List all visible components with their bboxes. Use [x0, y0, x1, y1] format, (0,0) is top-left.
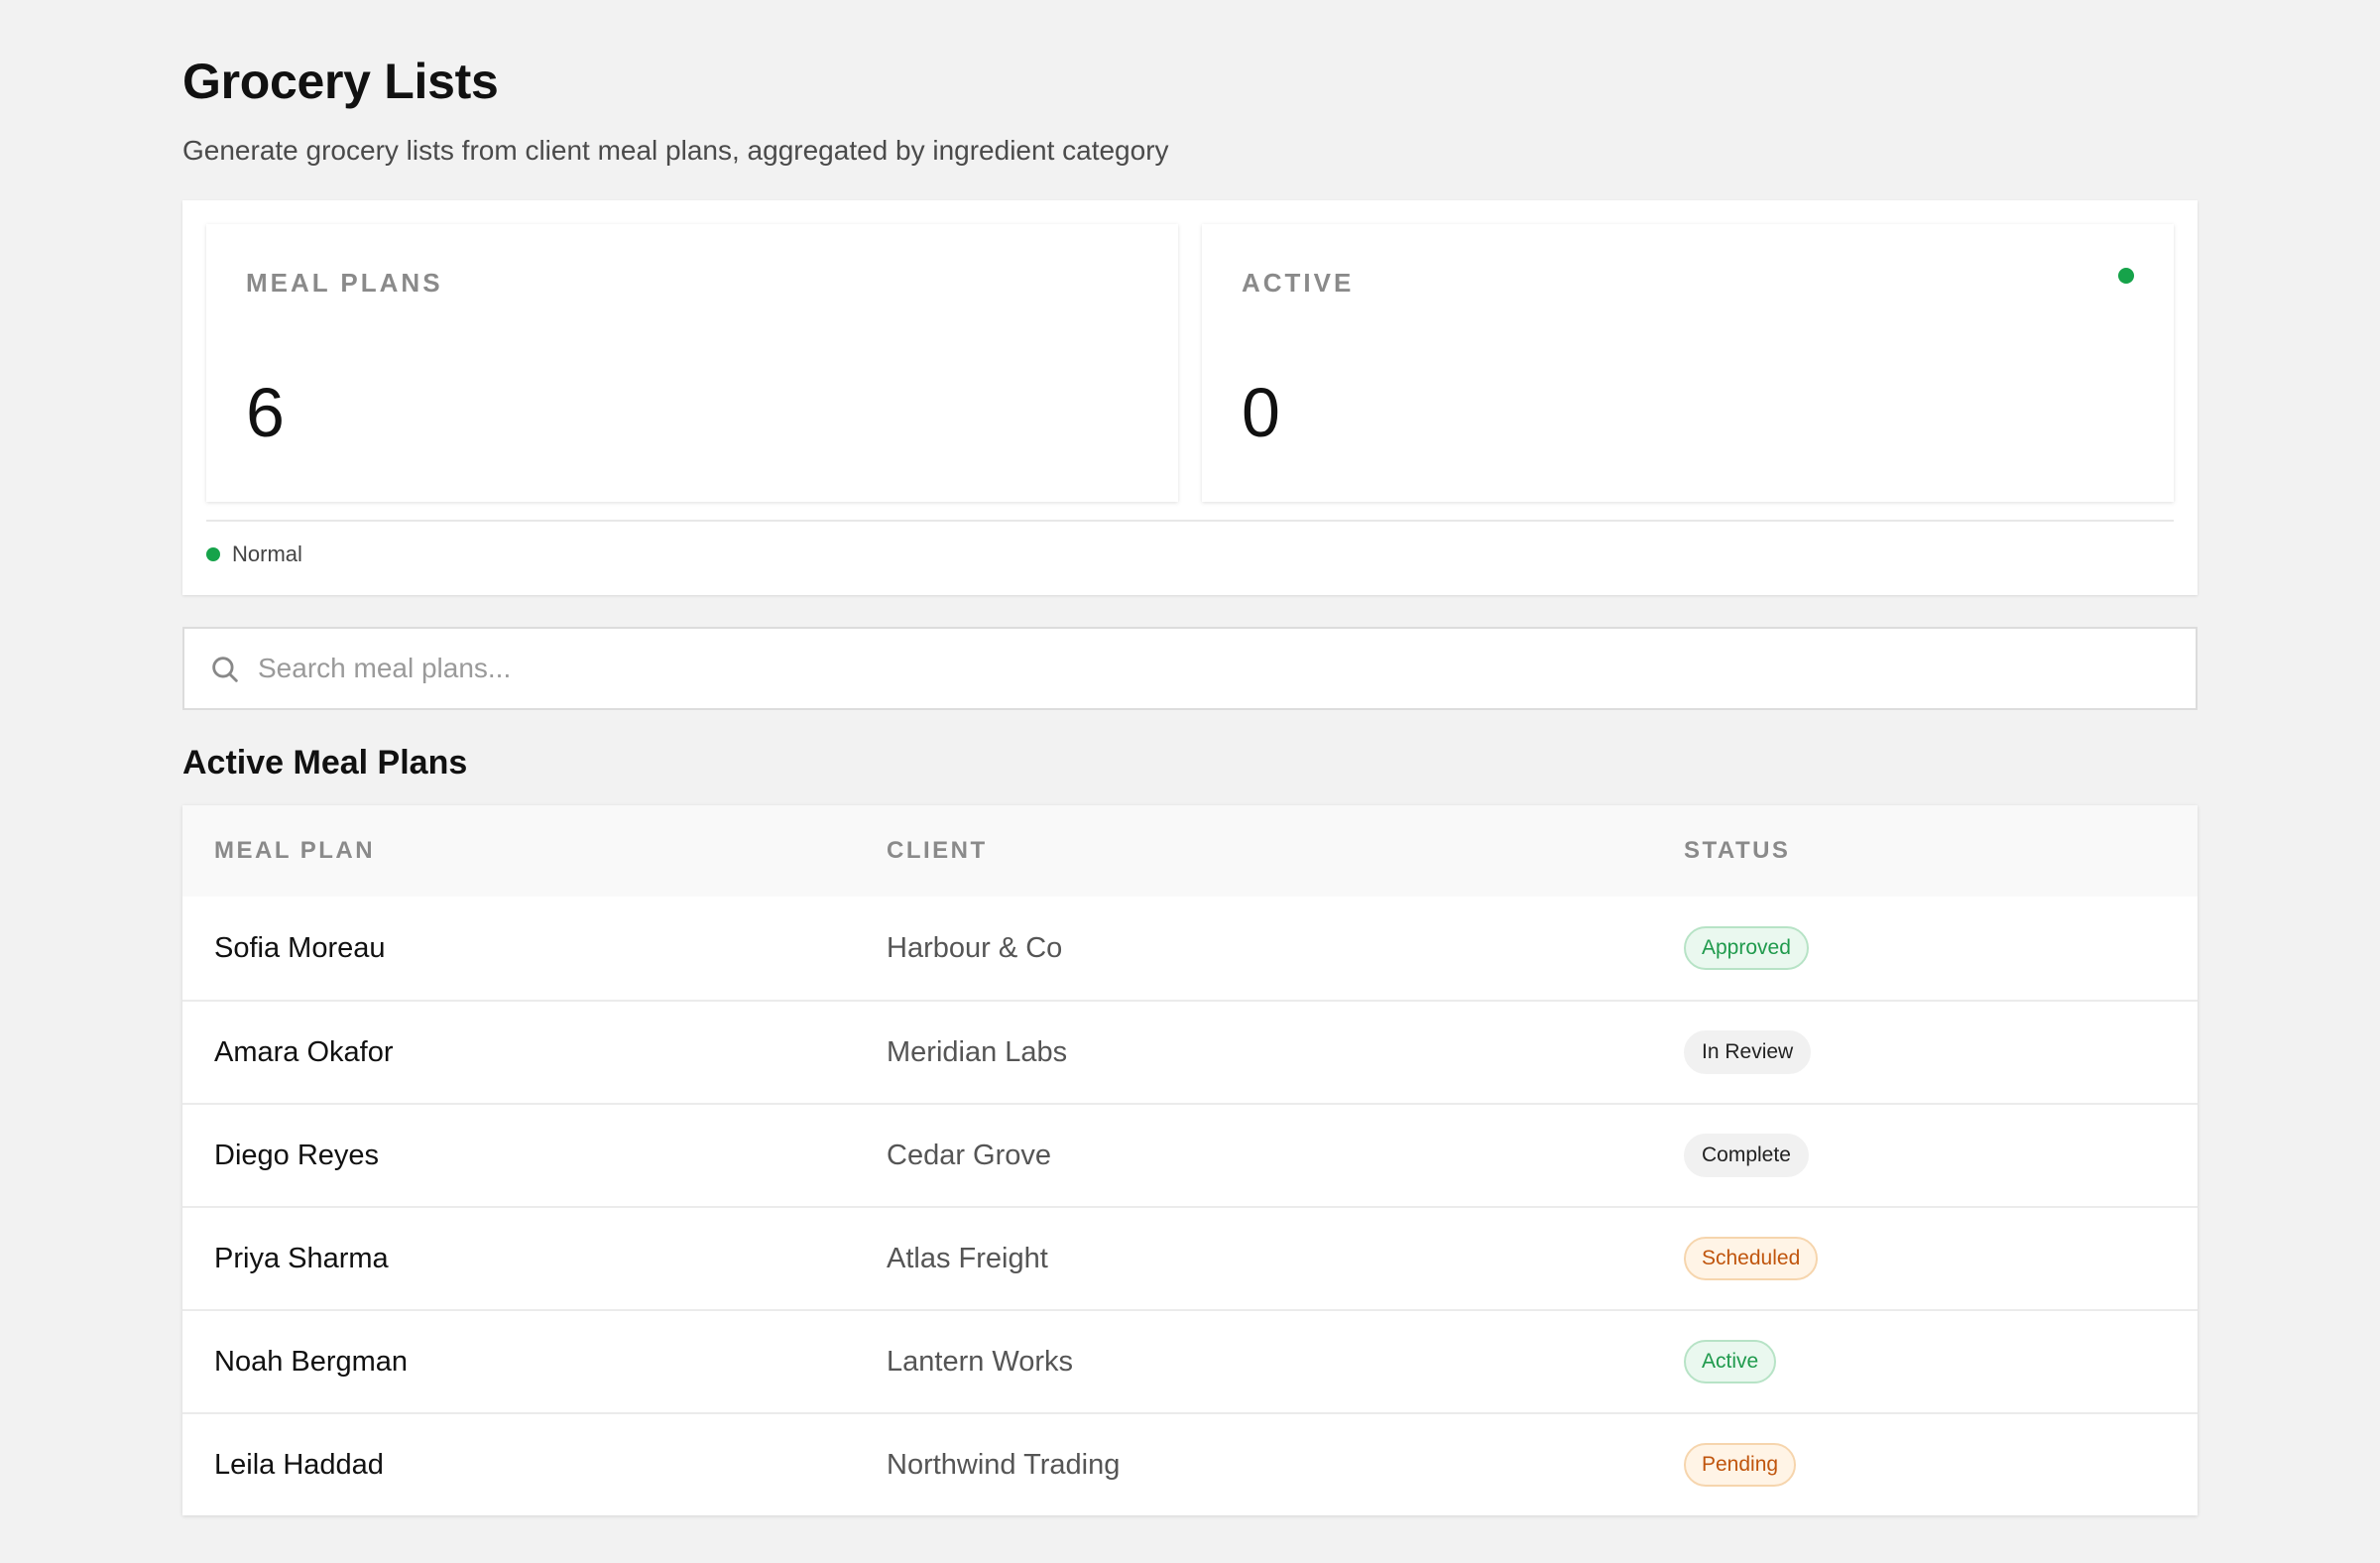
client-name: Atlas Freight — [887, 1242, 1048, 1274]
stat-card-meal-plans: MEAL PLANS 6 — [206, 224, 1178, 502]
client-name: Harbour & Co — [887, 931, 1063, 964]
table-row[interactable]: Diego Reyes Cedar Grove Complete — [182, 1103, 2198, 1206]
status-badge: Complete — [1684, 1134, 1809, 1177]
client-name: Northwind Trading — [887, 1448, 1121, 1481]
search-box[interactable] — [182, 627, 2198, 710]
status-badge: Active — [1684, 1340, 1777, 1383]
status-badge: Scheduled — [1684, 1237, 1819, 1280]
status-cell: Scheduled — [1684, 1237, 1819, 1280]
status-badge: In Review — [1684, 1030, 1812, 1074]
meal-plans-table: MEAL PLAN CLIENT STATUS Sofia Moreau Har… — [182, 805, 2198, 1515]
column-header-meal-plan[interactable]: MEAL PLAN — [214, 837, 375, 865]
meal-plan-name: Diego Reyes — [214, 1139, 380, 1171]
divider — [206, 520, 2174, 522]
table-header: MEAL PLAN CLIENT STATUS — [182, 805, 2198, 897]
status-badge: Pending — [1684, 1443, 1797, 1487]
stat-value: 6 — [246, 374, 285, 451]
search-input[interactable] — [258, 629, 2142, 708]
meal-plan-name: Leila Haddad — [214, 1448, 384, 1481]
stat-label: ACTIVE — [1242, 268, 1355, 298]
table-row[interactable]: Amara Okafor Meridian Labs In Review — [182, 1000, 2198, 1103]
status-cell: Complete — [1684, 1134, 1809, 1177]
status-cell: In Review — [1684, 1030, 1812, 1074]
grocery-lists-page: Grocery Lists Generate grocery lists fro… — [182, 52, 2198, 1515]
legend-dot — [206, 547, 220, 561]
page-subtitle: Generate grocery lists from client meal … — [182, 135, 1169, 166]
meal-plan-name: Sofia Moreau — [214, 931, 386, 964]
client-name: Lantern Works — [887, 1345, 1074, 1378]
stat-label: MEAL PLANS — [246, 268, 443, 298]
table-row[interactable]: Noah Bergman Lantern Works Active — [182, 1309, 2198, 1412]
status-cell: Approved — [1684, 926, 1809, 970]
stats-panel: MEAL PLANS 6 ACTIVE 0 Normal — [182, 200, 2198, 595]
table-row[interactable]: Leila Haddad Northwind Trading Pending — [182, 1412, 2198, 1515]
search-icon — [212, 657, 238, 682]
client-name: Cedar Grove — [887, 1139, 1052, 1171]
client-name: Meridian Labs — [887, 1035, 1068, 1068]
section-title: Active Meal Plans — [182, 744, 468, 782]
table-row[interactable]: Priya Sharma Atlas Freight Scheduled — [182, 1206, 2198, 1309]
status-indicator-dot — [2118, 268, 2134, 284]
meal-plan-name: Amara Okafor — [214, 1035, 394, 1068]
stat-card-active: ACTIVE 0 — [1202, 224, 2174, 502]
legend: Normal — [206, 541, 302, 567]
stat-value: 0 — [1242, 374, 1280, 451]
meal-plan-name: Priya Sharma — [214, 1242, 389, 1274]
status-badge: Approved — [1684, 926, 1809, 970]
table-row[interactable]: Sofia Moreau Harbour & Co Approved — [182, 897, 2198, 1000]
status-cell: Pending — [1684, 1443, 1797, 1487]
table-body: Sofia Moreau Harbour & Co Approved Amara… — [182, 897, 2198, 1515]
column-header-client[interactable]: CLIENT — [887, 837, 988, 865]
meal-plan-name: Noah Bergman — [214, 1345, 409, 1378]
legend-label: Normal — [232, 541, 302, 566]
page-title: Grocery Lists — [182, 54, 499, 109]
status-cell: Active — [1684, 1340, 1777, 1383]
column-header-status[interactable]: STATUS — [1684, 837, 1790, 865]
